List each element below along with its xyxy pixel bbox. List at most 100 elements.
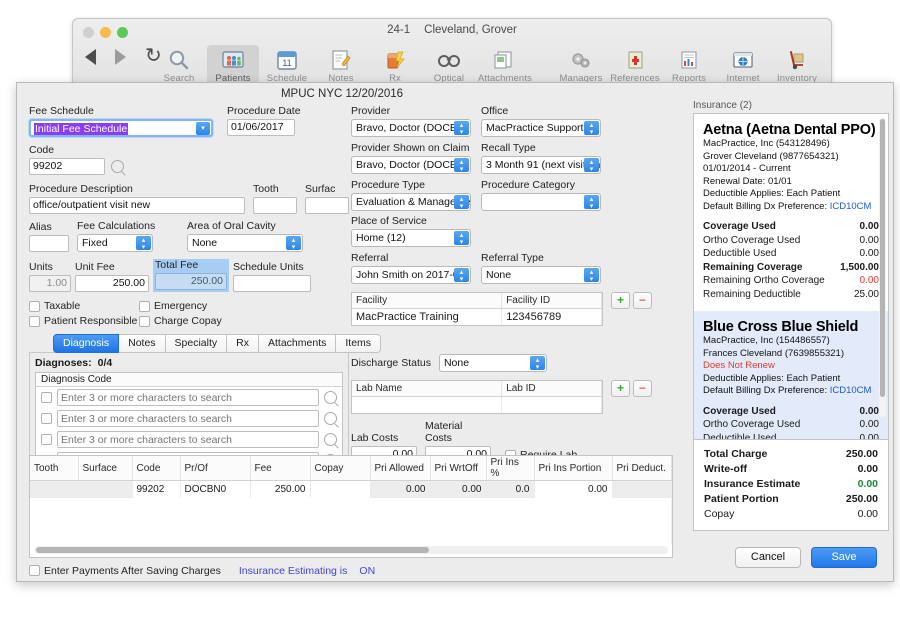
checkbox-taxable[interactable]: Taxable [29, 300, 139, 312]
diagnosis-row-checkbox[interactable] [41, 413, 52, 424]
insurance-card-aetna[interactable]: Aetna (Aetna Dental PPO) MacPractice, In… [694, 114, 888, 311]
updown-chevrons-icon[interactable]: ▴ ▾ [584, 268, 599, 283]
checkbox-emergency[interactable]: Emergency [139, 300, 207, 312]
tab-rx[interactable]: Rx [227, 334, 259, 353]
back-arrow-icon[interactable] [85, 49, 101, 67]
cancel-button[interactable]: Cancel [735, 547, 801, 568]
diagnosis-search-input[interactable] [57, 389, 319, 406]
column-header[interactable]: Pri Ins % [486, 456, 535, 481]
table-row[interactable] [352, 396, 602, 413]
table-row[interactable]: 99202 DOCBN0 250.00 0.00 0.00 0.0 0.00 [30, 480, 672, 498]
tooth-input[interactable] [253, 197, 297, 214]
provider-on-claim-popup[interactable]: Bravo, Doctor (DOCB) ▴ ▾ [351, 156, 471, 174]
column-header[interactable]: Pri Allowed [370, 456, 431, 481]
search-icon[interactable] [324, 433, 337, 446]
diagnosis-row-checkbox[interactable] [41, 392, 52, 403]
toolbar-item-optical[interactable]: Optical [423, 45, 475, 85]
cell-pri-deduct[interactable] [612, 480, 672, 498]
schedule-units-input[interactable] [233, 275, 311, 292]
checkbox-box[interactable] [29, 315, 40, 327]
office-popup[interactable]: MacPractice Support (N ▴ ▾ [481, 119, 601, 137]
fee-calculations-popup[interactable]: Fixed ▴ ▾ [77, 234, 153, 252]
fee-schedule-combo[interactable]: Initial Fee Schedule ▾ [29, 119, 213, 137]
insurance-estimating-state[interactable]: ON [359, 565, 375, 577]
insurance-estimating-label[interactable]: Insurance Estimating is [239, 565, 348, 577]
column-header[interactable]: Pri WrtOff [430, 456, 487, 481]
updown-chevrons-icon[interactable]: ▴ ▾ [454, 158, 469, 173]
updown-chevrons-icon[interactable]: ▴ ▾ [584, 121, 599, 136]
referral-type-popup[interactable]: None ▴ ▾ [481, 266, 601, 284]
toolbar-item-notes[interactable]: Notes [315, 45, 367, 85]
code-input[interactable]: 99202 [29, 158, 105, 175]
toolbar-item-patients[interactable]: Patients [207, 45, 259, 85]
updown-chevrons-icon[interactable]: ▴ ▾ [136, 236, 151, 251]
add-lab-button[interactable]: + [611, 380, 630, 397]
updown-chevrons-icon[interactable]: ▴ ▾ [454, 195, 469, 210]
insurance-card-bluecross[interactable]: Blue Cross Blue Shield MacPractice, Inc … [694, 311, 888, 442]
discharge-status-popup[interactable]: None ▴ ▾ [438, 354, 547, 372]
column-header[interactable]: Surface [78, 456, 133, 481]
add-facility-button[interactable]: + [611, 292, 630, 309]
alias-input[interactable] [29, 235, 69, 252]
toolbar-item-schedule[interactable]: 11 Schedule [261, 45, 313, 85]
referral-popup[interactable]: John Smith on 2017-0... ▴ ▾ [351, 266, 471, 284]
chevron-down-icon[interactable]: ▾ [196, 122, 210, 135]
column-header[interactable]: Tooth [30, 456, 79, 481]
diagnosis-search-input[interactable] [57, 410, 319, 427]
checkbox-enter-payments[interactable]: Enter Payments After Saving Charges [29, 565, 221, 577]
checkbox-box[interactable] [29, 565, 40, 576]
checkbox-box[interactable] [139, 300, 150, 312]
column-header[interactable]: Pri Ins Portion [534, 456, 613, 481]
save-button[interactable]: Save [811, 547, 877, 568]
column-header[interactable]: Pr/Of [180, 456, 251, 481]
provider-popup[interactable]: Bravo, Doctor (DOCB) ▴ ▾ [351, 119, 471, 137]
procedure-category-popup[interactable]: ▴ ▾ [481, 193, 601, 211]
tab-notes[interactable]: Notes [119, 334, 166, 353]
toolbar-item-references[interactable]: References [609, 45, 661, 85]
area-of-oral-cavity-popup[interactable]: None ▴ ▾ [187, 234, 303, 252]
total-fee-input[interactable]: 250.00 [155, 273, 227, 290]
cell-pri-wrtoff[interactable]: 0.00 [430, 480, 487, 498]
place-of-service-popup[interactable]: Home (12) ▴ ▾ [351, 229, 471, 247]
diagnosis-row[interactable] [36, 429, 342, 450]
remove-facility-button[interactable]: − [633, 292, 652, 309]
toolbar-item-reports[interactable]: Reports [663, 45, 715, 85]
column-header[interactable]: Pri Deduct. [612, 456, 672, 481]
diagnosis-row-checkbox[interactable] [41, 434, 52, 445]
insurance-list[interactable]: Aetna (Aetna Dental PPO) MacPractice, In… [693, 113, 889, 443]
column-header[interactable]: Copay [310, 456, 371, 481]
insurance-scrollbar[interactable] [879, 117, 886, 417]
checkbox-box[interactable] [29, 300, 40, 312]
unit-fee-input[interactable]: 250.00 [75, 275, 149, 292]
search-icon[interactable] [111, 160, 124, 173]
toolbar-item-rx[interactable]: Rx [369, 45, 421, 85]
surface-input[interactable] [305, 197, 349, 214]
column-header[interactable]: Fee [250, 456, 311, 481]
table-row[interactable]: MacPractice Training 123456789 [352, 308, 602, 325]
diagnosis-row[interactable] [36, 387, 342, 408]
charges-horizontal-scrollbar[interactable] [34, 545, 668, 554]
updown-chevrons-icon[interactable]: ▴ ▾ [286, 236, 301, 251]
search-icon[interactable] [324, 391, 337, 404]
checkbox-charge-copay[interactable]: Charge Copay [139, 315, 222, 327]
cell-pri-allowed[interactable]: 0.00 [370, 480, 431, 498]
procedure-type-popup[interactable]: Evaluation & Managemer ▴ ▾ [351, 193, 471, 211]
updown-chevrons-icon[interactable]: ▴ ▾ [454, 121, 469, 136]
tab-specialty[interactable]: Specialty [165, 334, 228, 353]
column-header[interactable]: Code [132, 456, 181, 481]
diagnosis-row[interactable] [36, 408, 342, 429]
toolbar-item-internet[interactable]: Internet [717, 45, 769, 85]
cell-surface[interactable] [78, 480, 133, 498]
tab-attachments[interactable]: Attachments [259, 334, 337, 353]
checkbox-box[interactable] [139, 315, 150, 327]
updown-chevrons-icon[interactable]: ▴ ▾ [454, 231, 469, 246]
procedure-description-input[interactable]: office/outpatient visit new [29, 197, 245, 214]
updown-chevrons-icon[interactable]: ▴ ▾ [529, 356, 545, 371]
scrollbar-thumb[interactable] [36, 546, 430, 553]
units-input[interactable]: 1.00 [29, 275, 71, 292]
toolbar-item-inventory[interactable]: Inventory [771, 45, 823, 85]
scrollbar-thumb[interactable] [880, 119, 885, 397]
updown-chevrons-icon[interactable]: ▴ ▾ [584, 195, 599, 210]
remove-lab-button[interactable]: − [633, 380, 652, 397]
diagnosis-search-input[interactable] [57, 431, 319, 448]
